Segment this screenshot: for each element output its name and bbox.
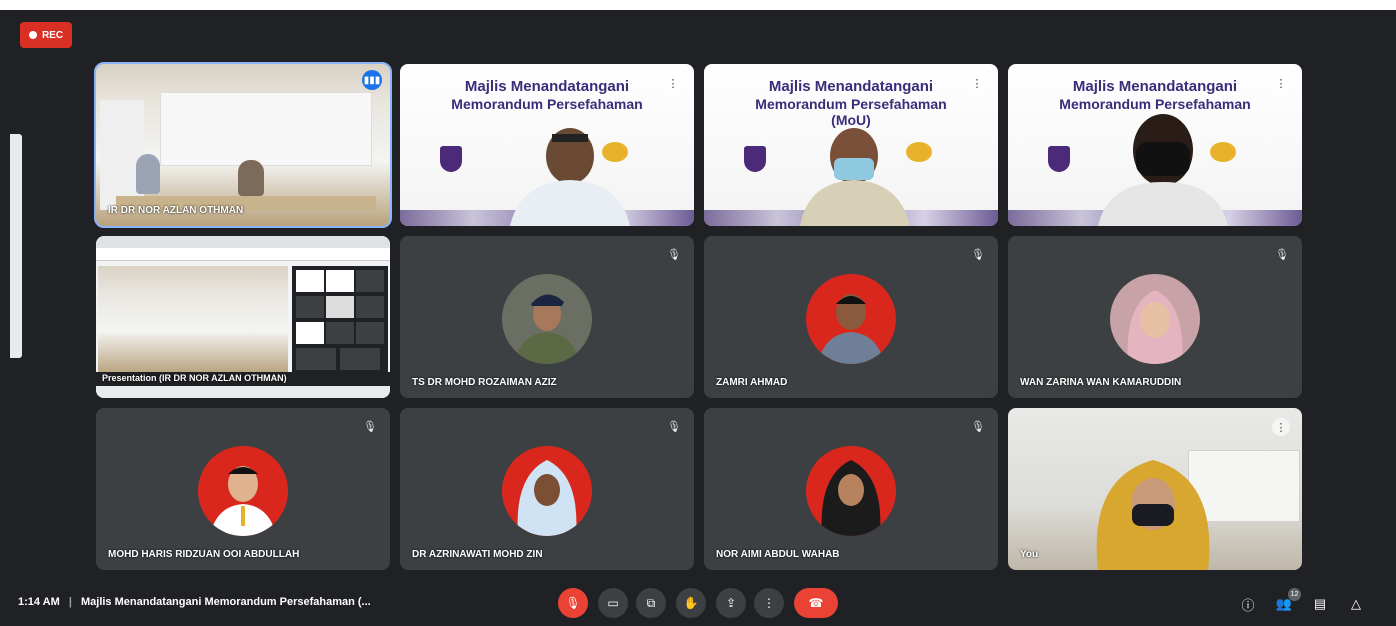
record-dot-icon [28, 31, 37, 39]
meet-window: REC ▮▮▮ IR DR NOR AZLAN OTHMAN Majlis Me… [0, 10, 1396, 626]
mic-off-icon: 🎙 [667, 248, 681, 261]
side-panel-handle[interactable] [10, 134, 22, 358]
mic-off-button[interactable]: 🎙 [558, 588, 588, 618]
more-options-icon[interactable]: ⋮ [664, 74, 682, 92]
participant-name: NOR AIMI ABDUL WAHAB [716, 549, 840, 560]
event-banner-feed: Majlis Menandatangani Memorandum Persefa… [704, 64, 998, 226]
chat-icon[interactable]: ▤ [1310, 594, 1330, 614]
banner-subtitle: Memorandum Persefahaman [755, 96, 947, 112]
participant-tile[interactable]: 🎙 MOHD HARIS RIDZUAN OOI ABDULLAH [96, 408, 390, 570]
meeting-toolbar: 1:14 AM | Majlis Menandatangani Memorand… [0, 580, 1396, 626]
participant-tile[interactable]: 🎙 NOR AIMI ABDUL WAHAB [704, 408, 998, 570]
captions-icon: ⧉ [646, 595, 656, 610]
self-tile[interactable]: ⋮ You [1008, 408, 1302, 570]
present-icon: ⇪ [725, 596, 737, 610]
mic-off-icon: 🎙 [565, 596, 581, 610]
university-crest-icon [744, 146, 766, 172]
participant-tile[interactable]: 🎙 TS DR MOHD ROZAIMAN AZIZ [400, 236, 694, 398]
hand-icon: ✋ [683, 596, 699, 610]
participant-tile[interactable]: Majlis Menandatangani Memorandum Persefa… [400, 64, 694, 226]
university-crest-icon [1048, 146, 1070, 172]
self-camera-feed [1008, 408, 1302, 570]
recording-badge: REC [20, 22, 72, 48]
avatar [502, 446, 592, 536]
banner-title: Majlis Menandatangani [768, 78, 934, 95]
participant-tile[interactable]: ▮▮▮ IR DR NOR AZLAN OTHMAN [94, 62, 392, 228]
captions-button[interactable]: ⧉ [636, 588, 666, 618]
activities-icon[interactable]: △ [1346, 594, 1366, 614]
camera-button[interactable]: ▭ [598, 588, 628, 618]
avatar [1110, 274, 1200, 364]
more-vert-icon: ⋮ [763, 596, 775, 610]
participant-tile[interactable]: 🎙 DR AZRINAWATI MOHD ZIN [400, 408, 694, 570]
participant-name: TS DR MOHD ROZAIMAN AZIZ [412, 377, 557, 388]
mic-off-icon: 🎙 [667, 420, 681, 433]
shared-taskbar [96, 386, 390, 398]
speaking-indicator-icon: ▮▮▮ [362, 70, 382, 90]
participant-name: IR DR NOR AZLAN OTHMAN [108, 205, 244, 216]
more-options-button[interactable]: ⋮ [754, 588, 784, 618]
hang-up-icon: ☎ [808, 596, 824, 610]
present-button[interactable]: ⇪ [716, 588, 746, 618]
mic-off-icon: 🎙 [971, 248, 985, 261]
mic-off-icon: 🎙 [363, 420, 377, 433]
presentation-tile[interactable]: Presentation (IR DR NOR AZLAN OTHMAN) [96, 236, 390, 398]
browser-addressbar [96, 248, 390, 261]
avatar [806, 274, 896, 364]
participant-name: MOHD HARIS RIDZUAN OOI ABDULLAH [108, 549, 300, 560]
shared-meet-grid [292, 266, 388, 374]
raise-hand-button[interactable]: ✋ [676, 588, 706, 618]
banner-subtitle: Memorandum Persefahaman [451, 96, 643, 112]
avatar [198, 446, 288, 536]
university-crest-icon [440, 146, 462, 172]
room-camera-feed [96, 64, 390, 226]
participant-tile[interactable]: Majlis Menandatangani Memorandum Persefa… [1008, 64, 1302, 226]
banner-title: Majlis Menandatangani [1072, 78, 1238, 95]
event-banner-feed: Majlis Menandatangani Memorandum Persefa… [1008, 64, 1302, 226]
speaker-person [800, 128, 910, 226]
speaker-person [510, 128, 630, 226]
participant-tile[interactable]: 🎙 WAN ZARINA WAN KAMARUDDIN [1008, 236, 1302, 398]
participant-name: DR AZRINAWATI MOHD ZIN [412, 549, 543, 560]
info-icon[interactable]: ⓘ [1238, 594, 1258, 614]
clock: 1:14 AM [18, 596, 60, 608]
self-name: You [1020, 549, 1039, 560]
event-banner-feed: Majlis Menandatangani Memorandum Persefa… [400, 64, 694, 226]
participant-name: WAN ZARINA WAN KAMARUDDIN [1020, 377, 1182, 388]
participants-count: 12 [1288, 588, 1301, 601]
more-options-icon[interactable]: ⋮ [1272, 74, 1290, 92]
avatar [806, 446, 896, 536]
mic-off-icon: 🎙 [971, 420, 985, 433]
leave-call-button[interactable]: ☎ [794, 588, 838, 618]
shared-room-feed [98, 266, 288, 374]
presentation-name: Presentation (IR DR NOR AZLAN OTHMAN) [102, 373, 287, 383]
avatar [502, 274, 592, 364]
camera-icon: ▭ [607, 596, 619, 610]
recording-label: REC [41, 29, 64, 41]
participant-tile[interactable]: Majlis Menandatangani Memorandum Persefa… [704, 64, 998, 226]
more-options-icon[interactable]: ⋮ [968, 74, 986, 92]
participant-tile[interactable]: 🎙 ZAMRI AHMAD [704, 236, 998, 398]
mic-off-icon: 🎙 [1275, 248, 1289, 261]
participant-name: ZAMRI AHMAD [716, 377, 788, 388]
banner-title: Majlis Menandatangani [464, 78, 630, 95]
meeting-info: 1:14 AM | Majlis Menandatangani Memorand… [18, 596, 371, 608]
meeting-title: Majlis Menandatangani Memorandum Persefa… [80, 596, 371, 608]
speaker-person [1098, 114, 1228, 226]
self-person [1096, 460, 1210, 570]
browser-tabbar [96, 236, 390, 248]
more-options-icon[interactable]: ⋮ [1272, 418, 1290, 436]
